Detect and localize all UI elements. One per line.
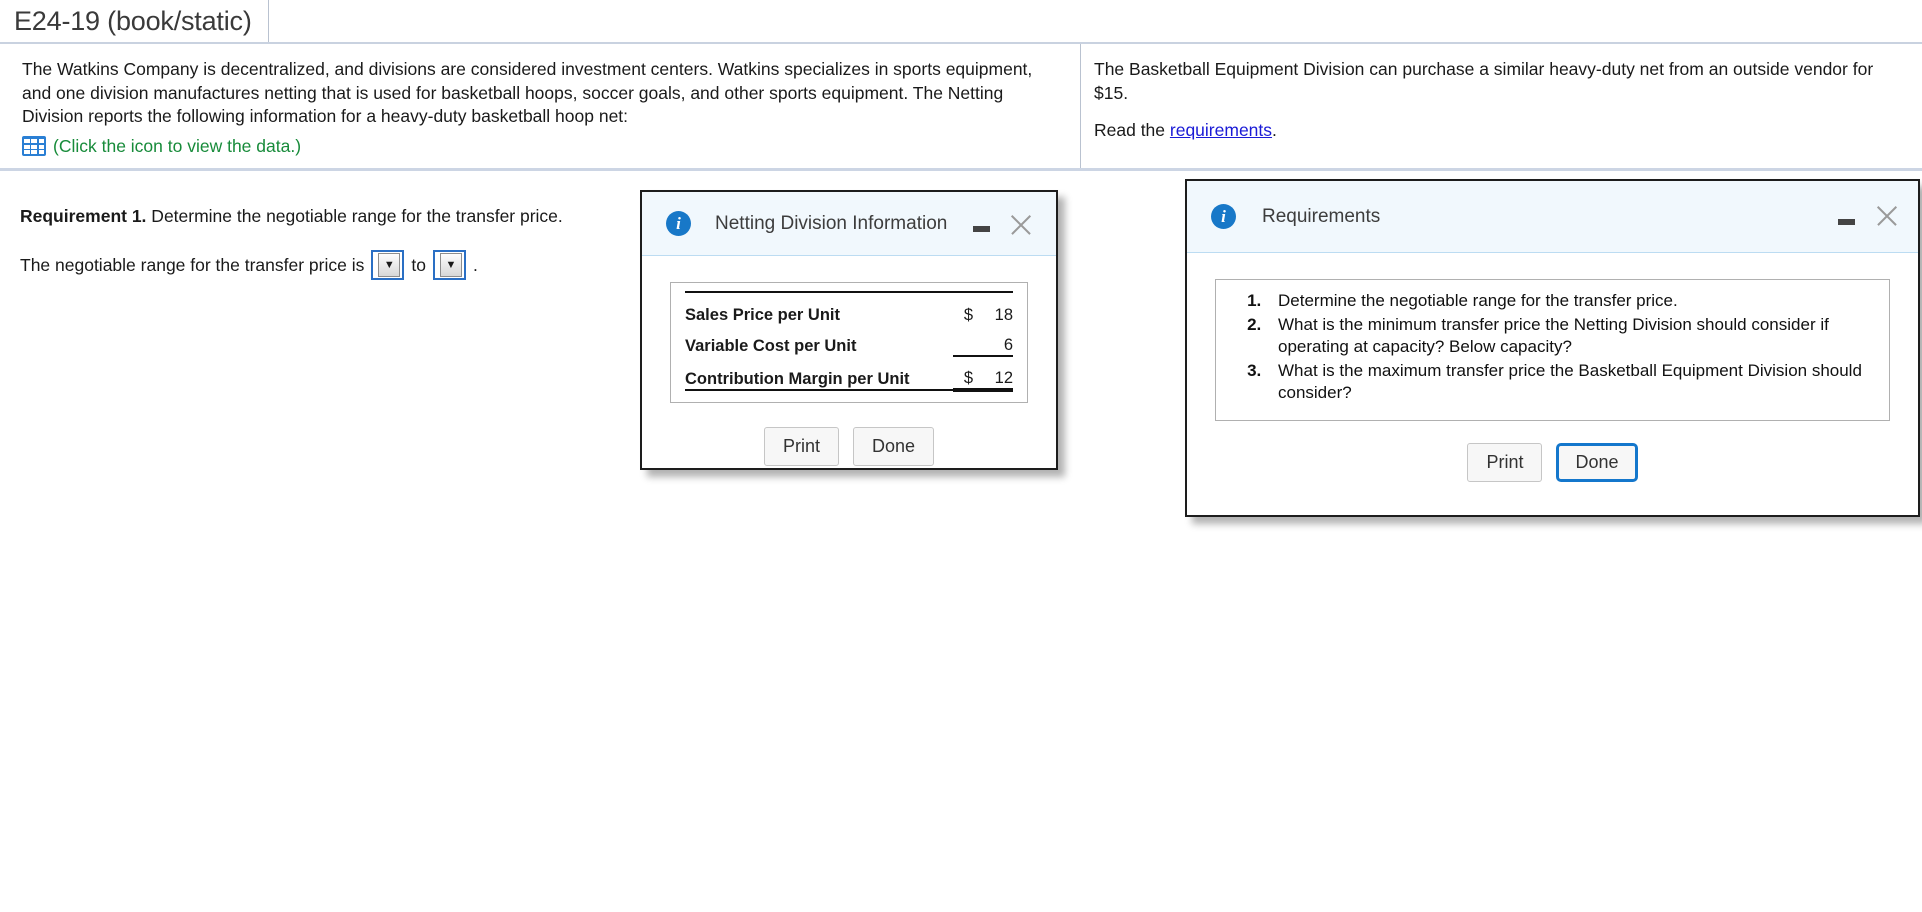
problem-left-panel: The Watkins Company is decentralized, an… (0, 44, 1081, 168)
problem-left-text: The Watkins Company is decentralized, an… (22, 59, 1033, 126)
done-button[interactable]: Done (852, 427, 935, 466)
row-label: Variable Cost per Unit (685, 337, 857, 355)
requirements-dialog-buttons: Print Done (1215, 442, 1890, 482)
netting-dialog-buttons: Print Done (670, 427, 1028, 466)
row-currency: $ (953, 356, 973, 392)
requirement-1-heading: Requirement 1. Determine the negotiable … (20, 206, 563, 227)
netting-dialog-body: Sales Price per Unit $ 18 Variable Cost … (642, 256, 1056, 466)
info-icon: i (1211, 204, 1236, 229)
requirements-dialog-body: Determine the negotiable range for the t… (1187, 253, 1918, 482)
tab-exercise[interactable]: E24-19 (book/static) (0, 0, 269, 42)
chevron-down-icon[interactable]: ▼ (439, 253, 462, 277)
answer-row: The negotiable range for the transfer pr… (20, 250, 478, 280)
data-link-row[interactable]: (Click the icon to view the data.) (22, 136, 1058, 157)
tab-title: E24-19 (book/static) (14, 5, 252, 36)
row-label: Sales Price per Unit (685, 291, 953, 325)
table-row: Variable Cost per Unit 6 (685, 325, 1013, 357)
requirement-1-label: Requirement 1. (20, 206, 147, 226)
netting-data-table: Sales Price per Unit $ 18 Variable Cost … (685, 291, 1013, 392)
grid-table-icon[interactable] (22, 136, 46, 156)
view-data-link[interactable]: (Click the icon to view the data.) (53, 136, 301, 157)
list-item: What is the minimum transfer price the N… (1266, 314, 1873, 359)
requirement-1-prompt: Determine the negotiable range for the t… (146, 206, 563, 226)
row-value: 12 (973, 356, 1013, 392)
close-icon[interactable] (1008, 212, 1034, 238)
row-value: 18 (973, 291, 1013, 325)
minimize-icon[interactable] (973, 226, 990, 232)
tab-bar: E24-19 (book/static) (0, 0, 1922, 44)
netting-data-table-box: Sales Price per Unit $ 18 Variable Cost … (670, 282, 1028, 403)
requirements-list-box: Determine the negotiable range for the t… (1215, 279, 1890, 421)
answer-prefix: The negotiable range for the transfer pr… (20, 254, 365, 275)
netting-division-dialog: i Netting Division Information Sales Pri… (640, 190, 1058, 470)
print-button[interactable]: Print (763, 427, 839, 466)
read-suffix: . (1272, 120, 1277, 140)
requirements-dialog-header: i Requirements (1187, 181, 1918, 253)
chevron-down-icon[interactable]: ▼ (378, 253, 401, 277)
requirements-dialog-title: Requirements (1262, 205, 1381, 227)
print-button[interactable]: Print (1467, 442, 1543, 482)
problem-statement: The Watkins Company is decentralized, an… (0, 44, 1922, 171)
row-value: 6 (973, 325, 1013, 357)
row-currency (953, 325, 973, 357)
requirements-link[interactable]: requirements (1170, 120, 1272, 140)
transfer-price-low-dropdown[interactable]: ▼ (371, 250, 405, 280)
read-requirements-row: Read the requirements. (1094, 119, 1902, 143)
done-button[interactable]: Done (1556, 442, 1638, 482)
list-item: Determine the negotiable range for the t… (1266, 290, 1873, 313)
requirements-list: Determine the negotiable range for the t… (1232, 290, 1873, 405)
info-icon: i (666, 211, 691, 236)
netting-dialog-header: i Netting Division Information (642, 192, 1056, 256)
work-area: Requirement 1. Determine the negotiable … (0, 174, 1922, 912)
row-currency: $ (953, 291, 973, 325)
list-item: What is the maximum transfer price the B… (1266, 360, 1873, 405)
netting-dialog-title: Netting Division Information (715, 212, 948, 234)
problem-right-text: The Basketball Equipment Division can pu… (1094, 59, 1874, 103)
answer-suffix: . (472, 254, 478, 275)
requirements-dialog: i Requirements Determine the negotiable … (1185, 179, 1920, 517)
row-label: Contribution Margin per Unit (685, 356, 953, 391)
minimize-icon[interactable] (1838, 219, 1855, 225)
table-row: Sales Price per Unit $ 18 (685, 291, 1013, 325)
problem-right-panel: The Basketball Equipment Division can pu… (1082, 44, 1922, 168)
transfer-price-high-dropdown[interactable]: ▼ (432, 250, 466, 280)
read-prefix: Read the (1094, 120, 1170, 140)
range-separator: to (411, 254, 426, 275)
close-icon[interactable] (1874, 203, 1900, 229)
table-row: Contribution Margin per Unit $ 12 (685, 356, 1013, 392)
